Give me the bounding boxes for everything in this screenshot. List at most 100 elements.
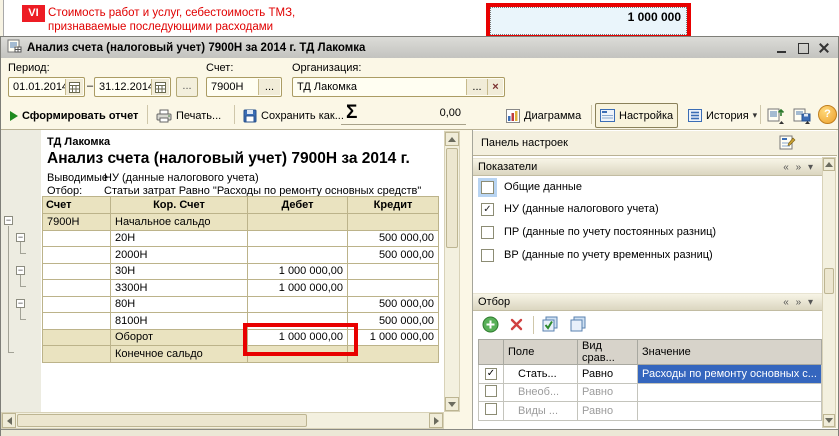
- report-cell[interactable]: [43, 263, 111, 280]
- close-button[interactable]: [816, 41, 832, 55]
- panel-splitter[interactable]: [460, 130, 472, 430]
- filter-cell[interactable]: [479, 383, 504, 402]
- filter-row[interactable]: Виды ...Равно: [479, 402, 822, 421]
- report-cell[interactable]: 500 000,00: [348, 296, 439, 313]
- collapse-icons[interactable]: « »: [783, 162, 803, 173]
- section-dropdown-icon[interactable]: ▾: [808, 297, 815, 308]
- scroll-down-icon[interactable]: [445, 397, 459, 411]
- filter-cell[interactable]: [479, 402, 504, 421]
- account-browse-button[interactable]: ...: [258, 79, 280, 95]
- report-cell[interactable]: 1 000 000,00: [248, 329, 348, 346]
- report-cell[interactable]: Оборот: [111, 329, 248, 346]
- organization-browse-button[interactable]: ...: [466, 79, 487, 95]
- report-cell[interactable]: [348, 263, 439, 280]
- report-cell[interactable]: [43, 329, 111, 346]
- report-cell[interactable]: 1 000 000,00: [348, 329, 439, 346]
- maximize-button[interactable]: [795, 41, 811, 55]
- organization-clear-button[interactable]: ×: [487, 79, 503, 95]
- report-cell[interactable]: [248, 313, 348, 330]
- filter-cell-comparison[interactable]: Равно: [578, 402, 638, 421]
- report-cell[interactable]: [348, 346, 439, 363]
- report-cell[interactable]: [348, 214, 439, 231]
- period-from-input[interactable]: 01.01.2014: [8, 77, 85, 97]
- report-cell[interactable]: [43, 280, 111, 297]
- report-cell[interactable]: Конечное сальдо: [111, 346, 248, 363]
- account-input[interactable]: 7900Н ...: [206, 77, 282, 97]
- report-cell[interactable]: [348, 280, 439, 297]
- report-vscrollbar[interactable]: [444, 131, 460, 412]
- settings-button[interactable]: Настройка: [595, 103, 678, 128]
- report-cell[interactable]: 8100Н: [111, 313, 248, 330]
- period-to-input[interactable]: 31.12.2014: [94, 77, 171, 97]
- hscroll-thumb[interactable]: [17, 414, 307, 427]
- uncheck-all-button[interactable]: [569, 315, 588, 337]
- report-cell[interactable]: [248, 296, 348, 313]
- filter-checkbox[interactable]: ✓: [485, 368, 497, 380]
- collapse-group-icon[interactable]: −: [16, 299, 25, 308]
- report-cell[interactable]: [43, 346, 111, 363]
- report-cell[interactable]: 20Н: [111, 230, 248, 247]
- filter-cell-value[interactable]: Расходы по ремонту основных с...: [638, 365, 822, 384]
- scroll-up-icon[interactable]: [823, 158, 835, 171]
- generate-report-button[interactable]: Сформировать отчет: [5, 103, 143, 128]
- calendar-icon[interactable]: [151, 79, 169, 95]
- report-cell[interactable]: 500 000,00: [348, 230, 439, 247]
- history-button[interactable]: История ▾: [683, 103, 762, 128]
- filter-checkbox[interactable]: [485, 385, 497, 397]
- filter-cell-field[interactable]: Стать...: [504, 365, 578, 384]
- filter-cell-field[interactable]: Внеоб...: [504, 383, 578, 402]
- collapse-group-icon[interactable]: −: [4, 216, 13, 225]
- print-button[interactable]: Печать...: [151, 103, 226, 128]
- filter-cell-value[interactable]: [638, 383, 822, 402]
- scroll-left-icon[interactable]: [2, 413, 16, 428]
- check-all-button[interactable]: [541, 315, 560, 337]
- help-button[interactable]: ?: [818, 105, 837, 124]
- scroll-down-icon[interactable]: [823, 414, 835, 427]
- report-cell[interactable]: [43, 247, 111, 264]
- indicators-section-header[interactable]: Показатели « » ▾: [473, 158, 823, 176]
- report-cell[interactable]: 2000Н: [111, 247, 248, 264]
- scroll-right-icon[interactable]: [429, 413, 443, 428]
- report-cell[interactable]: [43, 230, 111, 247]
- report-cell[interactable]: [248, 346, 348, 363]
- section-dropdown-icon[interactable]: ▾: [808, 162, 815, 173]
- report-cell[interactable]: [248, 214, 348, 231]
- collapse-group-icon[interactable]: −: [16, 233, 25, 242]
- filter-cell-field[interactable]: Виды ...: [504, 402, 578, 421]
- report-cell[interactable]: Начальное сальдо: [111, 214, 248, 231]
- filter-row[interactable]: ✓Стать...РавноРасходы по ремонту основны…: [479, 365, 822, 384]
- load-settings-button[interactable]: [764, 103, 789, 128]
- report-cell[interactable]: 30Н: [111, 263, 248, 280]
- report-cell[interactable]: 500 000,00: [348, 313, 439, 330]
- save-as-button[interactable]: Сохранить как...: [238, 103, 349, 128]
- scroll-up-icon[interactable]: [445, 132, 459, 146]
- panel-vscrollbar[interactable]: [822, 157, 836, 428]
- report-cell[interactable]: [248, 247, 348, 264]
- vscroll-thumb[interactable]: [824, 268, 834, 294]
- report-cell[interactable]: [248, 230, 348, 247]
- autosum-button[interactable]: Σ: [346, 102, 357, 124]
- collapse-icons[interactable]: « »: [783, 297, 803, 308]
- filter-cell-comparison[interactable]: Равно: [578, 383, 638, 402]
- report-cell[interactable]: [43, 296, 111, 313]
- report-hscrollbar[interactable]: [1, 412, 444, 429]
- filter-cell-value[interactable]: [638, 402, 822, 421]
- calendar-icon[interactable]: [65, 79, 83, 95]
- filter-checkbox[interactable]: [485, 403, 497, 415]
- panel-settings-icon[interactable]: [779, 134, 797, 155]
- filter-cell[interactable]: ✓: [479, 365, 504, 384]
- organization-input[interactable]: ТД Лакомка ... ×: [292, 77, 505, 97]
- report-cell[interactable]: 3300Н: [111, 280, 248, 297]
- period-more-button[interactable]: ...: [176, 77, 198, 97]
- indicator-checkbox[interactable]: [481, 226, 494, 239]
- diagram-button[interactable]: Диаграмма: [501, 103, 586, 128]
- add-filter-button[interactable]: [482, 316, 499, 336]
- report-cell[interactable]: 7900Н: [43, 214, 111, 231]
- collapse-group-icon[interactable]: −: [16, 266, 25, 275]
- report-cell[interactable]: 80Н: [111, 296, 248, 313]
- save-settings-button[interactable]: [790, 103, 815, 128]
- report-cell[interactable]: [43, 313, 111, 330]
- filter-section-header[interactable]: Отбор « » ▾: [473, 293, 823, 311]
- delete-filter-button[interactable]: [509, 317, 524, 335]
- filter-row[interactable]: Внеоб...Равно: [479, 383, 822, 402]
